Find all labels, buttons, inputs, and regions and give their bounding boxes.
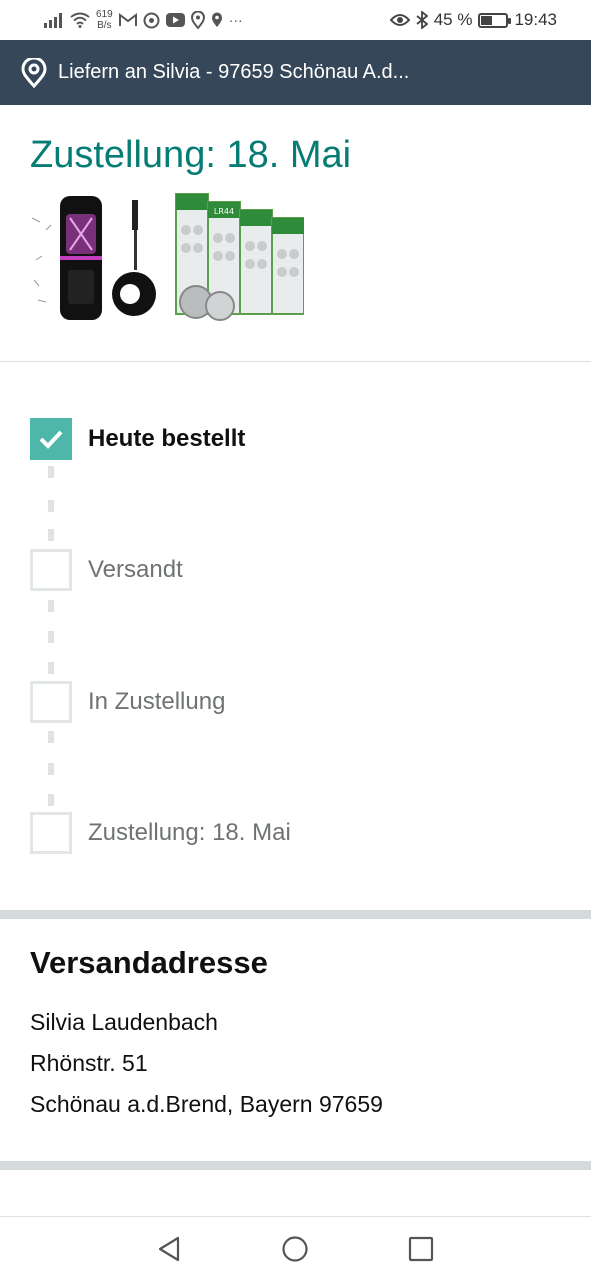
- progress-dash: [48, 631, 54, 643]
- wifi-icon: [70, 12, 90, 28]
- progress-dash: [48, 794, 54, 806]
- delivery-title: Zustellung: 18. Mai: [30, 134, 352, 176]
- checkbox-checked: [30, 418, 72, 460]
- section-divider: [0, 361, 591, 362]
- progress-dash: [48, 466, 54, 478]
- lr44-batteries-image[interactable]: LR44: [174, 190, 305, 326]
- back-button[interactable]: [153, 1233, 185, 1265]
- youtube-icon: [165, 13, 185, 27]
- tracker-step-ordered: Heute bestellt: [30, 418, 245, 460]
- section-separator: [0, 1161, 591, 1170]
- lr44-label: LR44: [214, 207, 234, 216]
- status-right: 45 % 19:43: [389, 6, 557, 34]
- checkbox-empty: [30, 549, 72, 591]
- tracker-step-shipped: Versandt: [30, 549, 183, 591]
- deliver-to-text: Liefern an Silvia - 97659 Schönau A.d...: [58, 61, 410, 83]
- location-icon: [21, 57, 47, 88]
- signal-icon: [44, 13, 62, 28]
- progress-dash: [48, 500, 54, 512]
- whatsapp-icon: [143, 12, 160, 28]
- back-icon: [158, 1236, 180, 1262]
- address-city: Schönau a.d.Brend, Bayern 97659: [30, 1091, 383, 1117]
- eye-icon: [389, 14, 410, 26]
- shipping-address-heading: Versandadresse: [30, 945, 268, 980]
- net-speed-unit: B/s: [97, 20, 112, 31]
- location-pin-icon: [211, 12, 222, 27]
- step-label: Zustellung: 18. Mai: [88, 819, 291, 846]
- gmail-icon: [118, 13, 137, 26]
- step-label: Heute bestellt: [88, 425, 246, 452]
- bluetooth-icon: [416, 11, 428, 29]
- location-pin-outline-icon: [190, 11, 205, 29]
- net-speed-value: 619: [96, 9, 113, 20]
- progress-dash: [48, 529, 54, 541]
- recents-icon: [408, 1236, 434, 1262]
- address-name: Silvia Laudenbach: [30, 1009, 218, 1035]
- progress-dash: [48, 763, 54, 775]
- home-icon: [282, 1236, 308, 1262]
- deliver-to-bar[interactable]: Liefern an Silvia - 97659 Schönau A.d...: [0, 40, 591, 105]
- progress-dash: [48, 662, 54, 674]
- step-label: Versandt: [88, 556, 183, 583]
- clock: 19:43: [514, 10, 557, 29]
- checkbox-empty: [30, 681, 72, 723]
- system-nav-bar: [0, 1216, 591, 1280]
- tracker-step-delivered: Zustellung: 18. Mai: [30, 812, 291, 854]
- more-notifications-icon: ···: [228, 12, 243, 28]
- product-images: LR44: [30, 190, 305, 326]
- battery-icon: [478, 12, 512, 28]
- status-left: 619 B/s ···: [44, 6, 243, 34]
- recents-button[interactable]: [405, 1233, 437, 1265]
- section-separator: [0, 910, 591, 919]
- check-icon: [39, 430, 63, 449]
- step-label: In Zustellung: [88, 688, 226, 715]
- mosquito-lamp-image[interactable]: [30, 190, 160, 326]
- tracker-step-out-for-delivery: In Zustellung: [30, 681, 225, 723]
- battery-fill: [481, 15, 493, 25]
- checkbox-empty: [30, 812, 72, 854]
- progress-dash: [48, 731, 54, 743]
- net-speed: 619 B/s: [96, 9, 113, 31]
- progress-dash: [48, 600, 54, 612]
- home-button[interactable]: [279, 1233, 311, 1265]
- address-street: Rhönstr. 51: [30, 1050, 148, 1076]
- battery-percent: 45 %: [433, 10, 473, 29]
- status-bar: 619 B/s ··· 45 % 19:43: [0, 0, 591, 40]
